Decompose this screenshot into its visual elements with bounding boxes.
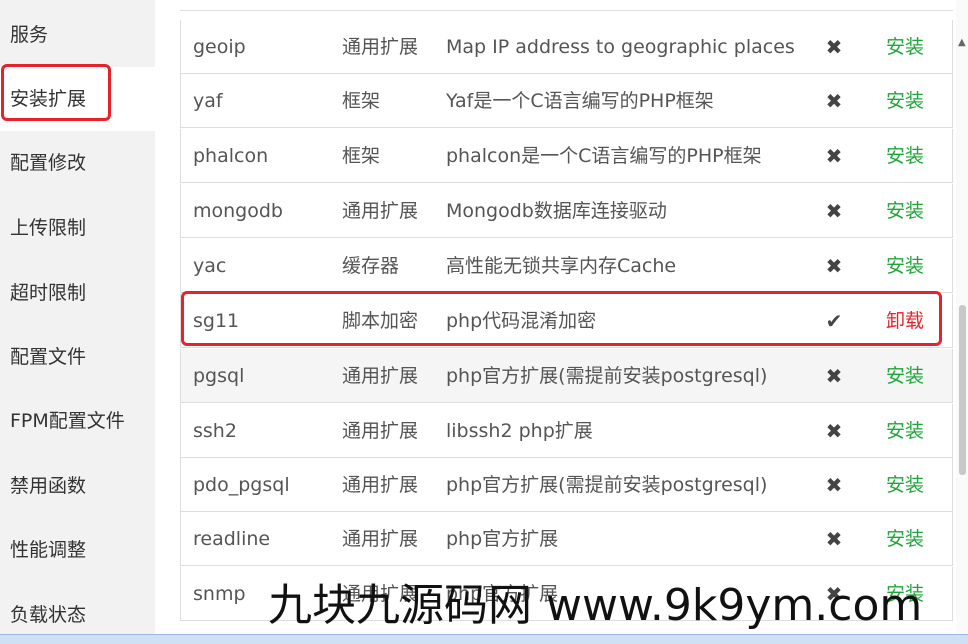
scroll-up-icon[interactable]: ▲ (958, 38, 966, 48)
extension-type: 通用扩展 (342, 36, 419, 58)
sidebar-item-install-extension[interactable]: 安装扩展 (0, 67, 155, 131)
extension-name: pgsql (193, 365, 245, 387)
extension-description: php官方扩展(需提前安装postgresql) (446, 365, 768, 387)
sidebar-item-config-file[interactable]: 配置文件 (0, 325, 155, 389)
install-button[interactable]: 安装 (886, 349, 946, 403)
install-button[interactable]: 安装 (886, 184, 946, 238)
x-mark-icon: ✖ (825, 89, 843, 113)
extension-description: Mongodb数据库连接驱动 (446, 200, 667, 222)
extension-type: 通用扩展 (342, 365, 419, 387)
install-button[interactable]: 安装 (886, 129, 946, 183)
extension-description: Yaf是一个C语言编写的PHP框架 (446, 90, 714, 112)
x-mark-icon: ✖ (825, 419, 843, 443)
table-row: geoip 通用扩展 Map IP address to geographic … (180, 20, 953, 74)
extension-type: 通用扩展 (342, 474, 419, 496)
table-row: readline 通用扩展 php官方扩展 ✖ 安装 (180, 512, 953, 566)
install-button[interactable]: 安装 (886, 239, 946, 293)
extension-type: 通用扩展 (342, 420, 419, 442)
extension-name: sg11 (193, 310, 240, 332)
install-button[interactable]: 安装 (886, 404, 946, 458)
table-top-border (180, 0, 953, 11)
extension-name: mongodb (193, 200, 283, 222)
extension-name: yac (193, 255, 227, 277)
bottom-window-edge (0, 634, 968, 644)
x-mark-icon: ✖ (825, 364, 843, 388)
check-icon: ✔ (825, 309, 843, 333)
install-button[interactable]: 安装 (886, 74, 946, 128)
sidebar: 服务 安装扩展 配置修改 上传限制 超时限制 配置文件 FPM配置文件 禁用函数… (0, 0, 155, 644)
table-row: pgsql 通用扩展 php官方扩展(需提前安装postgresql) ✖ 安装 (180, 349, 953, 403)
sidebar-item-performance-tuning[interactable]: 性能调整 (0, 518, 155, 582)
sidebar-item-config-modify[interactable]: 配置修改 (0, 131, 155, 195)
extension-type: 缓存器 (342, 255, 400, 277)
extension-type: 脚本加密 (342, 310, 419, 332)
extension-name: readline (193, 528, 271, 550)
table-row: yaf 框架 Yaf是一个C语言编写的PHP框架 ✖ 安装 (180, 74, 953, 128)
table-row: ssh2 通用扩展 libssh2 php扩展 ✖ 安装 (180, 404, 953, 458)
sidebar-item-fpm-config-file[interactable]: FPM配置文件 (0, 389, 155, 453)
extensions-table: geoip 通用扩展 Map IP address to geographic … (180, 0, 953, 644)
sidebar-item-service[interactable]: 服务 (0, 3, 155, 67)
table-row: yac 缓存器 高性能无锁共享内存Cache ✖ 安装 (180, 239, 953, 293)
table-row: phalcon 框架 phalcon是一个C语言编写的PHP框架 ✖ 安装 (180, 129, 953, 183)
x-mark-icon: ✖ (825, 199, 843, 223)
main-content: geoip 通用扩展 Map IP address to geographic … (155, 0, 968, 644)
sidebar-item-timeout-limit[interactable]: 超时限制 (0, 261, 155, 325)
sidebar-item-disabled-functions[interactable]: 禁用函数 (0, 454, 155, 518)
extension-type: 通用扩展 (342, 528, 419, 550)
extension-name: pdo_pgsql (193, 474, 290, 496)
install-button[interactable]: 安装 (886, 458, 946, 512)
x-mark-icon: ✖ (825, 35, 843, 59)
extension-type: 框架 (342, 145, 381, 167)
extension-description: 高性能无锁共享内存Cache (446, 255, 677, 277)
watermark-text: 九块九源码网 www.9k9ym.com (268, 580, 923, 631)
extension-name: geoip (193, 36, 246, 58)
extension-name: yaf (193, 90, 223, 112)
php-settings-panel: 服务 安装扩展 配置修改 上传限制 超时限制 配置文件 FPM配置文件 禁用函数… (0, 0, 968, 644)
x-mark-icon: ✖ (825, 527, 843, 551)
extension-type: 框架 (342, 90, 381, 112)
table-row: pdo_pgsql 通用扩展 php官方扩展(需提前安装postgresql) … (180, 458, 953, 512)
extension-name: phalcon (193, 145, 269, 167)
install-button[interactable]: 安装 (886, 512, 946, 566)
uninstall-button[interactable]: 卸载 (886, 294, 946, 348)
scrollbar-thumb[interactable] (959, 305, 966, 475)
extension-description: Map IP address to geographic places (446, 36, 795, 58)
extension-description: php官方扩展(需提前安装postgresql) (446, 474, 768, 496)
x-mark-icon: ✖ (825, 473, 843, 497)
vertical-scrollbar[interactable]: ▲ (956, 0, 968, 644)
extension-description: phalcon是一个C语言编写的PHP框架 (446, 145, 762, 167)
x-mark-icon: ✖ (825, 144, 843, 168)
table-row: mongodb 通用扩展 Mongodb数据库连接驱动 ✖ 安装 (180, 184, 953, 238)
extension-description: libssh2 php扩展 (446, 420, 593, 442)
sidebar-item-upload-limit[interactable]: 上传限制 (0, 196, 155, 260)
x-mark-icon: ✖ (825, 254, 843, 278)
extension-name: ssh2 (193, 420, 237, 442)
extension-description: php官方扩展 (446, 528, 559, 550)
extension-type: 通用扩展 (342, 200, 419, 222)
extension-description: php代码混淆加密 (446, 310, 597, 332)
install-button[interactable]: 安装 (886, 20, 946, 74)
table-row: sg11 脚本加密 php代码混淆加密 ✔ 卸载 (180, 294, 953, 348)
